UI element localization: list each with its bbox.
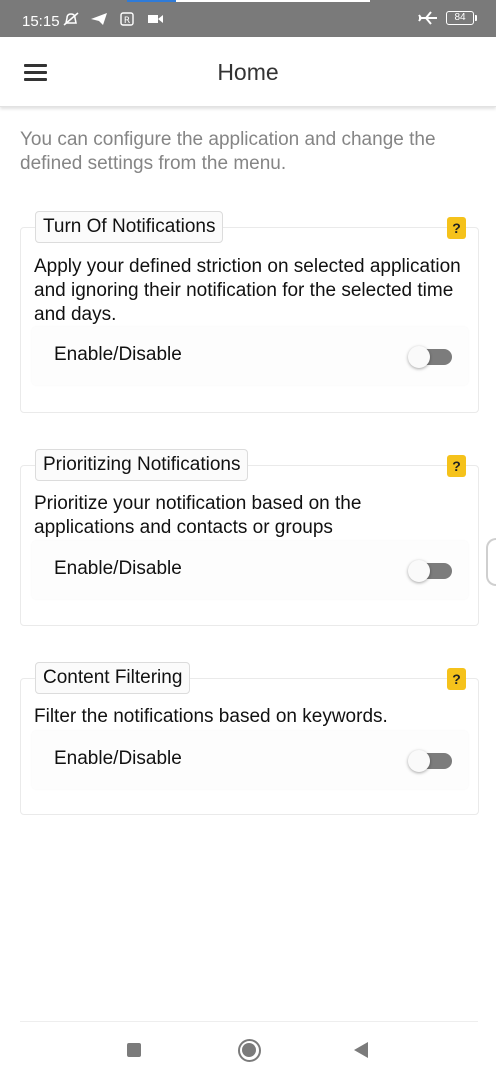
toggle-label: Enable/Disable xyxy=(54,748,182,769)
muted-notifications-icon xyxy=(63,12,79,26)
page-title: Home xyxy=(217,59,279,85)
help-icon[interactable]: ? xyxy=(447,668,466,690)
card-description: Prioritize your notification based on th… xyxy=(34,493,362,538)
card-description: Apply your defined striction on selected… xyxy=(34,256,461,325)
card-turn-off-notifications: Turn Of Notifications ? Apply your defin… xyxy=(20,211,479,413)
telegram-icon xyxy=(91,13,107,25)
app-bar: Home xyxy=(0,37,496,107)
enable-switch[interactable] xyxy=(408,560,452,582)
status-time: 15:15 xyxy=(22,13,60,30)
video-icon xyxy=(148,15,163,23)
toggle-label: Enable/Disable xyxy=(54,344,182,365)
back-triangle-icon[interactable] xyxy=(354,1042,368,1058)
r-app-icon: R xyxy=(120,12,134,26)
help-icon[interactable]: ? xyxy=(447,217,466,239)
toggle-row: Enable/Disable xyxy=(32,731,468,789)
card-content-filtering: Content Filtering ? Filter the notificat… xyxy=(20,662,479,815)
nav-divider xyxy=(20,1021,478,1022)
battery-level: 84 xyxy=(454,12,466,23)
home-circle-icon[interactable] xyxy=(238,1039,261,1062)
status-bar: 15:15 R 84 xyxy=(0,0,496,37)
status-right-icons: 84 xyxy=(418,11,477,25)
status-progress-bar xyxy=(127,0,370,2)
toggle-row: Enable/Disable xyxy=(32,327,468,385)
recents-square-icon[interactable] xyxy=(127,1043,141,1057)
status-icons: R xyxy=(62,12,164,26)
card-title: Content Filtering xyxy=(35,662,191,694)
svg-text:R: R xyxy=(124,16,130,26)
enable-switch[interactable] xyxy=(408,346,452,368)
enable-switch[interactable] xyxy=(408,750,452,772)
edge-swipe-handle[interactable] xyxy=(486,538,496,586)
battery-icon: 84 xyxy=(446,11,477,25)
airplane-mode-icon xyxy=(418,11,437,25)
toggle-label: Enable/Disable xyxy=(54,558,182,579)
toggle-row: Enable/Disable xyxy=(32,541,468,599)
status-progress-fill xyxy=(127,0,176,2)
card-title: Turn Of Notifications xyxy=(35,211,224,243)
intro-text: You can configure the application and ch… xyxy=(20,129,436,174)
card-description: Filter the notifications based on keywor… xyxy=(34,706,388,727)
card-title: Prioritizing Notifications xyxy=(35,449,249,481)
help-icon[interactable]: ? xyxy=(447,455,466,477)
card-prioritizing-notifications: Prioritizing Notifications ? Prioritize … xyxy=(20,449,479,626)
